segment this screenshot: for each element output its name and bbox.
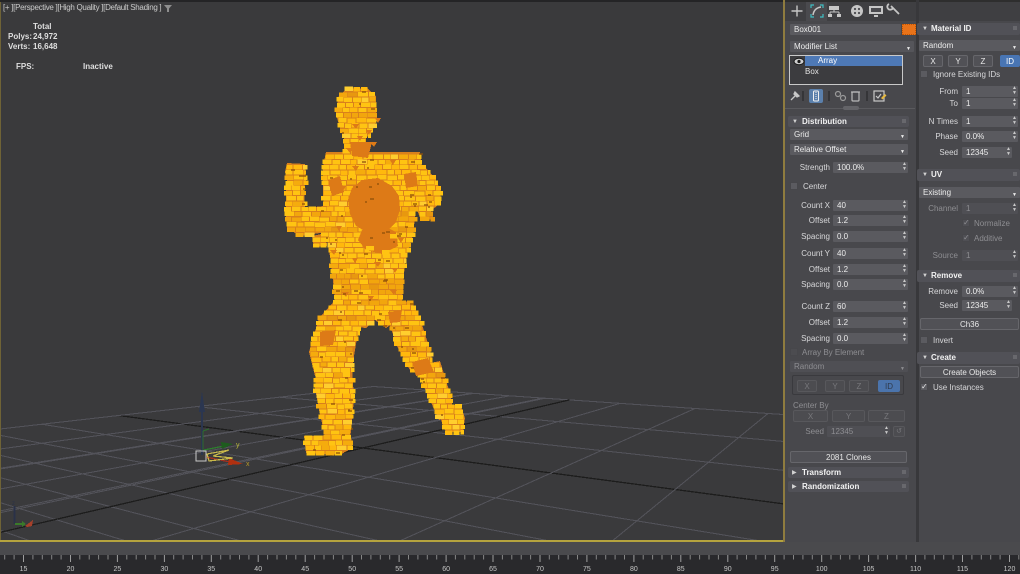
svg-text:60: 60: [442, 566, 450, 573]
svg-text:80: 80: [630, 566, 638, 573]
svg-text:120: 120: [1004, 566, 1016, 573]
svg-text:110: 110: [910, 566, 921, 573]
svg-text:z: z: [12, 501, 15, 507]
svg-text:15: 15: [20, 566, 28, 573]
svg-text:85: 85: [677, 566, 685, 573]
svg-text:y: y: [236, 442, 240, 449]
svg-text:105: 105: [863, 566, 875, 573]
svg-text:70: 70: [536, 566, 544, 573]
svg-text:20: 20: [67, 566, 75, 573]
svg-text:45: 45: [301, 566, 309, 573]
svg-text:x: x: [246, 461, 250, 468]
svg-text:115: 115: [957, 566, 968, 573]
svg-text:40: 40: [254, 566, 262, 573]
svg-text:50: 50: [348, 566, 356, 573]
svg-text:100: 100: [816, 566, 828, 573]
svg-text:75: 75: [583, 566, 591, 573]
svg-text:30: 30: [161, 566, 169, 573]
svg-text:55: 55: [395, 566, 403, 573]
svg-text:90: 90: [724, 566, 732, 573]
svg-text:95: 95: [771, 566, 779, 573]
svg-text:35: 35: [207, 566, 215, 573]
svg-text:65: 65: [489, 566, 497, 573]
svg-text:25: 25: [114, 566, 122, 573]
